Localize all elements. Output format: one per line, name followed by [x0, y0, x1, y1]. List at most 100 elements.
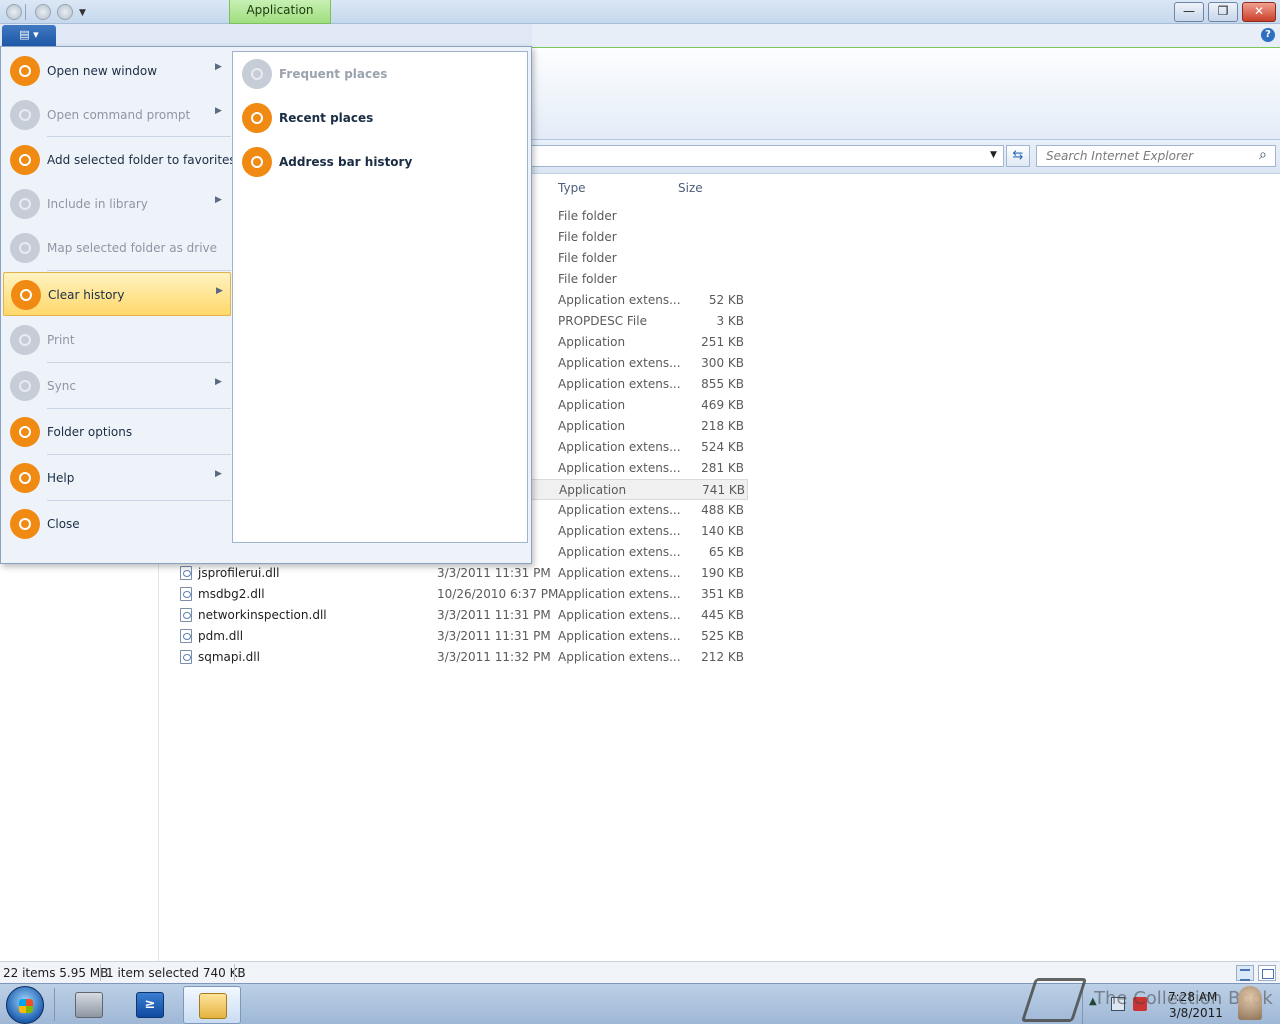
table-row[interactable]: sqmapi.dll 3/3/2011 11:32 PM Application e…: [176, 647, 748, 668]
menu-item-include-in-library[interactable]: Include in library ▶: [3, 182, 231, 226]
include-library-icon: [10, 189, 40, 219]
file-menu-header-strip: [0, 24, 532, 48]
address-dropdown-icon[interactable]: ▼: [990, 150, 997, 160]
file-size: 445 KB: [701, 608, 744, 622]
column-header-type[interactable]: Type: [558, 181, 586, 195]
folder-icon: [199, 993, 227, 1019]
frequent-places-icon: [242, 59, 272, 89]
start-button[interactable]: [6, 986, 44, 1024]
menu-item-label: Folder options: [47, 425, 133, 439]
file-name: pdm.dll: [198, 629, 244, 643]
menu-item-label: Include in library: [47, 197, 148, 211]
submenu-item-label: Address bar history: [279, 155, 413, 169]
file-name: sqmapi.dll: [198, 650, 260, 664]
menu-item-label: Clear history: [48, 288, 125, 302]
file-type: Application extens...: [558, 524, 681, 538]
minimize-button[interactable]: —: [1174, 2, 1204, 22]
quick-access-properties-icon[interactable]: [35, 4, 51, 20]
command-prompt-icon: [10, 100, 40, 130]
submenu-item-frequent-places[interactable]: Frequent places: [239, 52, 519, 96]
dll-file-icon: [180, 608, 192, 622]
file-size: 300 KB: [701, 356, 744, 370]
file-type: Application extens...: [558, 629, 681, 643]
file-size: 281 KB: [701, 461, 744, 475]
taskbar-server-manager[interactable]: [60, 986, 118, 1024]
file-size: 65 KB: [708, 545, 744, 559]
status-separator: [234, 964, 235, 981]
file-type: Application extens...: [558, 587, 681, 601]
file-size: 525 KB: [701, 629, 744, 643]
menu-item-help[interactable]: Help ▶: [3, 456, 231, 500]
menu-divider: [47, 500, 231, 501]
file-type: PROPDESC File: [558, 314, 647, 328]
file-size: 488 KB: [701, 503, 744, 517]
clock-time[interactable]: 7:28 AM: [1168, 990, 1217, 1004]
dll-file-icon: [180, 566, 192, 580]
menu-item-label: Open new window: [47, 64, 158, 78]
quick-access-back-icon[interactable]: [6, 4, 22, 20]
menu-item-label: Sync: [47, 379, 76, 393]
open-new-window-icon: [10, 56, 40, 86]
menu-item-open-new-window[interactable]: Open new window ▶: [3, 49, 231, 93]
close-menu-icon: [10, 509, 40, 539]
file-size: 52 KB: [708, 293, 744, 307]
file-size: 140 KB: [701, 524, 744, 538]
menu-item-sync[interactable]: Sync ▶: [3, 364, 231, 408]
dll-file-icon: [180, 629, 192, 643]
taskbar-powershell[interactable]: ≥: [121, 986, 179, 1024]
submenu-item-recent-places[interactable]: Recent places: [239, 96, 519, 140]
submenu-arrow-icon: ▶: [215, 469, 222, 479]
file-type: Application extens...: [558, 566, 681, 580]
menu-item-label: Add selected folder to favorites: [47, 153, 236, 167]
menu-item-add-to-favorites[interactable]: Add selected folder to favorites: [3, 138, 236, 182]
search-icon[interactable]: ⌕: [1259, 147, 1267, 163]
menu-item-open-command-prompt[interactable]: Open command prompt ▶: [3, 93, 231, 137]
submenu-item-label: Frequent places: [279, 67, 388, 81]
file-type: Application extens...: [558, 377, 681, 391]
quick-access-new-folder-icon[interactable]: [57, 4, 73, 20]
column-header-size[interactable]: Size: [678, 181, 703, 195]
table-row[interactable]: networkinspection.dll 3/3/2011 11:31 PM Ap…: [176, 605, 748, 626]
large-icons-view-icon[interactable]: [1258, 965, 1276, 981]
restore-button[interactable]: ❐: [1208, 2, 1238, 22]
quick-access-dropdown-icon[interactable]: ▼: [79, 8, 86, 18]
table-row[interactable]: jsprofilerui.dll 3/3/2011 11:31 PM Applica…: [176, 563, 748, 584]
menu-divider: [47, 270, 231, 271]
details-view-icon[interactable]: [1236, 965, 1254, 981]
address-field[interactable]: [530, 145, 1004, 167]
status-bar: 22 items 5.95 MB 1 item selected 740 KB: [0, 961, 1280, 983]
user-avatar-icon[interactable]: [1238, 986, 1262, 1020]
table-row[interactable]: pdm.dll 3/3/2011 11:31 PM Application exte…: [176, 626, 748, 647]
taskbar-windows-explorer[interactable]: [183, 986, 241, 1024]
file-type: Application extens...: [558, 650, 681, 664]
file-type: Application: [558, 419, 626, 433]
file-name: networkinspection.dll: [198, 608, 327, 622]
menu-item-folder-options[interactable]: Folder options: [3, 410, 231, 454]
file-type: Application: [559, 483, 627, 497]
taskbar-separator: [54, 988, 55, 1021]
menu-divider: [47, 454, 231, 455]
menu-item-map-drive[interactable]: Map selected folder as drive: [3, 226, 231, 270]
file-menu-button[interactable]: ▤ ▾: [2, 25, 56, 46]
menu-item-label: Help: [47, 471, 75, 485]
menu-item-print[interactable]: Print: [3, 318, 231, 362]
file-type: File folder: [558, 209, 617, 223]
file-type: Application extens...: [558, 356, 681, 370]
add-favorites-icon: [10, 145, 40, 175]
file-type: Application extens...: [558, 461, 681, 475]
file-size: 212 KB: [701, 650, 744, 664]
help-icon[interactable]: ?: [1261, 28, 1275, 42]
menu-item-clear-history[interactable]: Clear history ▶: [3, 272, 231, 316]
file-size: 251 KB: [701, 335, 744, 349]
file-date: 3/3/2011 11:32 PM: [437, 650, 551, 664]
clock-date[interactable]: 3/8/2011: [1169, 1006, 1223, 1020]
search-input[interactable]: Search Internet Explorer: [1036, 145, 1276, 167]
close-window-button[interactable]: ✕: [1242, 2, 1276, 22]
submenu-item-address-bar-history[interactable]: Address bar history: [239, 140, 519, 184]
refresh-button[interactable]: ⇆: [1006, 145, 1030, 167]
application-tools-tab[interactable]: Application Tools: [229, 0, 331, 38]
table-row[interactable]: msdbg2.dll 10/26/2010 6:37 PM Application …: [176, 584, 748, 605]
menu-item-close[interactable]: Close: [3, 502, 231, 546]
menu-item-label: Open command prompt: [47, 108, 191, 122]
file-date: 3/3/2011 11:31 PM: [437, 629, 551, 643]
